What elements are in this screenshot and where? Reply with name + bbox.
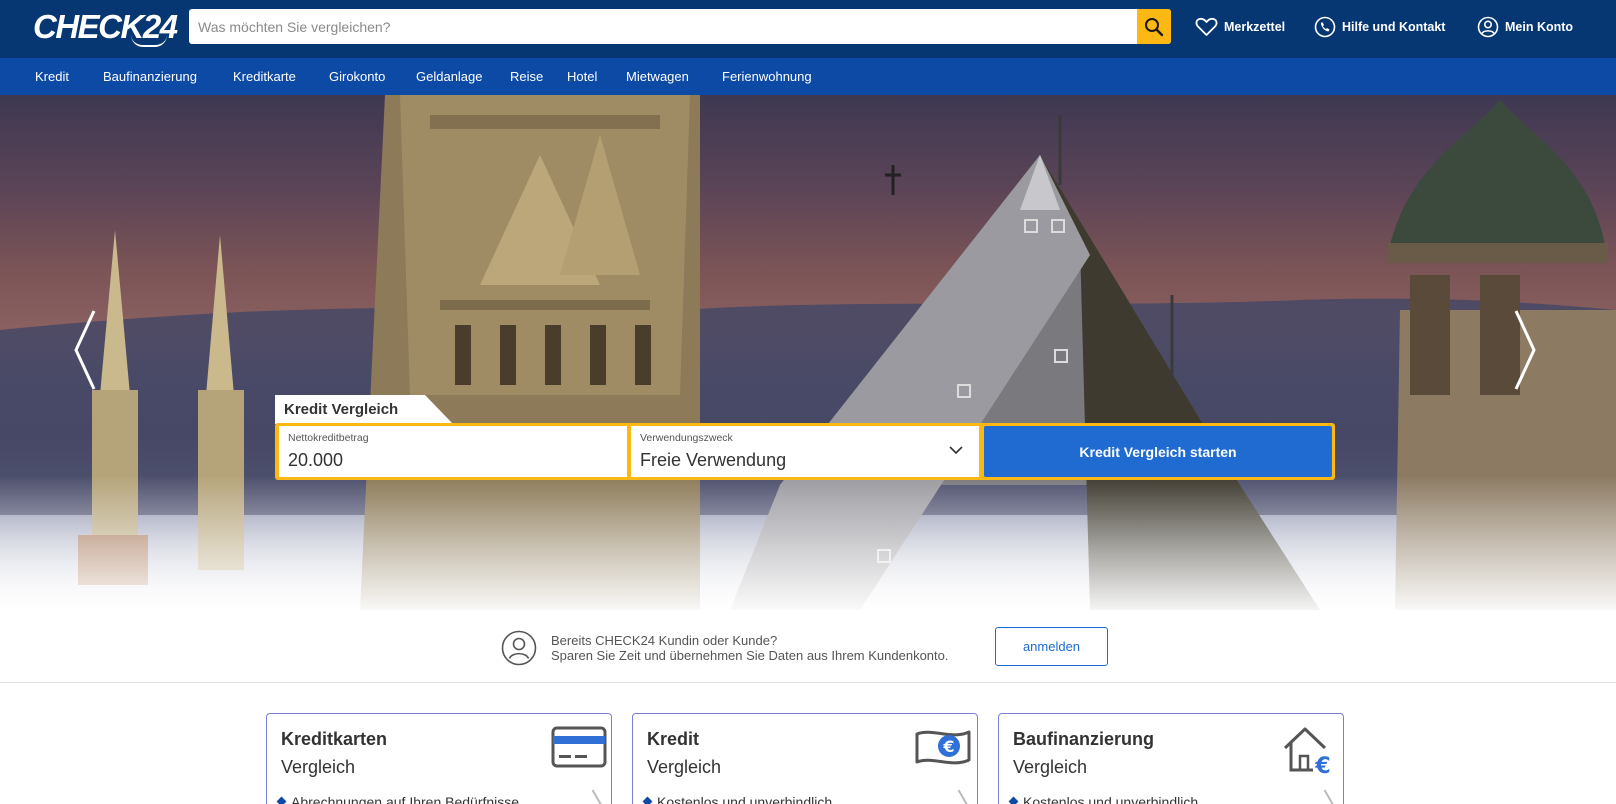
card-title: Kredit [647,729,700,749]
credit-card-icon [551,726,607,768]
nav-item-baufinanzierung[interactable]: Baufinanzierung [103,69,197,84]
card-title: Baufinanzierung [1013,729,1155,749]
hero-banner: Kredit Vergleich Nettokreditbetrag 20.00… [0,95,1616,610]
svg-text:€: € [942,737,954,756]
product-card-baufinanzierung[interactable]: Baufinanzierung Vergleich € Kostenlos un… [998,713,1344,804]
user-account-icon [1477,16,1499,38]
logo-swoosh-icon [131,35,167,47]
nettokreditbetrag-field[interactable]: Nettokreditbetrag 20.000 [279,426,627,477]
card-title: Kreditkarten [281,729,388,749]
nav-item-kredit[interactable]: Kredit [35,69,69,84]
svg-text:€: € [1314,754,1330,776]
card-subtitle: Vergleich [281,757,356,777]
kredit-vergleich-starten-button[interactable]: Kredit Vergleich starten [984,426,1332,477]
nettokreditbetrag-value[interactable]: 20.000 [288,450,343,471]
card-subtitle: Vergleich [647,757,722,777]
login-prompt-text: Bereits CHECK24 Kundin oder Kunde? Spare… [551,633,948,663]
chevron-down-icon [949,446,963,455]
nav-item-hotel[interactable]: Hotel [567,69,597,84]
product-card-kredit[interactable]: Kredit Vergleich € Kostenlos und unverbi… [632,713,978,804]
phone-icon [1314,16,1336,38]
card-bullet: Kostenlos und unverbindlich [1023,794,1198,804]
house-euro-icon: € [1283,727,1331,776]
mein-konto-label: Mein Konto [1505,20,1574,34]
heart-icon [1195,17,1218,36]
carousel-prev-arrow-icon[interactable] [72,307,98,393]
hilfe-kontakt-link[interactable]: Hilfe und Kontakt [1314,14,1445,40]
nav-item-mietwagen[interactable]: Mietwagen [626,69,689,84]
merkzettel-label: Merkzettel [1224,20,1286,34]
card-corner-decoration [591,789,609,804]
login-prompt-line2: Sparen Sie Zeit und übernehmen Sie Daten… [551,648,949,663]
nav-item-kreditkarte[interactable]: Kreditkarte [233,69,296,84]
search-bar [189,9,1171,44]
nav-item-ferienwohnung[interactable]: Ferienwohnung [722,69,812,84]
main-nav: Kredit Baufinanzierung Kreditkarte Girok… [0,58,1616,95]
nav-item-girokonto[interactable]: Girokonto [329,69,385,84]
nav-item-reise[interactable]: Reise [510,69,543,84]
verwendungszweck-select[interactable]: Verwendungszweck Freie Verwendung [631,426,979,477]
card-corner-decoration [957,789,975,804]
card-bullet: Abrechnungen auf Ihren Bedürfnisse [291,794,519,804]
merkzettel-link[interactable]: Merkzettel [1195,14,1285,40]
user-avatar-icon [501,630,537,666]
anmelden-button[interactable]: anmelden [995,627,1108,666]
hilfe-kontakt-label: Hilfe und Kontakt [1342,20,1446,34]
card-corner-decoration [1323,789,1341,804]
search-button[interactable] [1137,9,1171,44]
customer-login-strip: Bereits CHECK24 Kundin oder Kunde? Spare… [0,610,1616,683]
mein-konto-link[interactable]: Mein Konto [1477,14,1573,40]
search-input[interactable] [189,9,1137,44]
banknote-euro-icon: € [915,730,971,765]
nettokreditbetrag-label: Nettokreditbetrag [288,432,369,444]
nav-item-geldanlage[interactable]: Geldanlage [416,69,483,84]
hero-fade-overlay [0,475,1616,610]
card-subtitle: Vergleich [1013,757,1088,777]
verwendungszweck-value[interactable]: Freie Verwendung [640,450,786,471]
calculator-tab-label[interactable]: Kredit Vergleich [284,401,398,418]
card-bullet: Kostenlos und unverbindlich [657,794,832,804]
login-prompt-line1: Bereits CHECK24 Kundin oder Kunde? [551,633,778,648]
search-icon [1145,17,1164,36]
carousel-next-arrow-icon[interactable] [1512,307,1538,393]
header: CHECK24 Merkzettel Hilfe und Kontakt Mei… [0,0,1616,58]
verwendungszweck-label: Verwendungszweck [640,432,733,444]
product-card-kreditkarten[interactable]: Kreditkarten Vergleich Abrechnungen auf … [266,713,612,804]
